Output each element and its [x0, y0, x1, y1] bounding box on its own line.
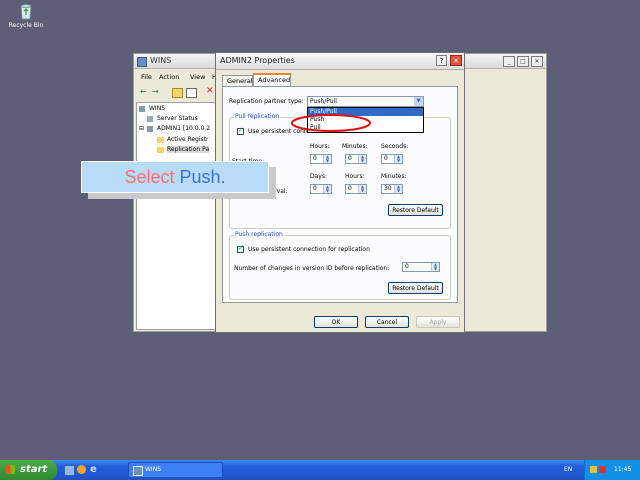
back-arrow-icon[interactable]: ← — [140, 87, 147, 96]
interval-hours-stepper[interactable]: 0 ▲ ▼ — [345, 184, 367, 194]
push-persistent-checkbox[interactable] — [237, 244, 244, 253]
status-icon — [147, 116, 153, 122]
interval-hours-label: Hours: — [345, 173, 365, 180]
wins-toolbar: ← → ✕ — [138, 86, 218, 99]
pull-replication-title: Pull replication — [234, 113, 281, 120]
chevron-down-icon[interactable]: ▼ — [414, 97, 423, 106]
server-icon — [147, 126, 153, 132]
cancel-button[interactable]: Cancel — [365, 316, 409, 328]
stepper-value: 0 — [348, 185, 352, 192]
console-tree-icon[interactable] — [186, 88, 197, 98]
stepper-arrows-icon[interactable]: ▲ ▼ — [358, 185, 366, 193]
close-icon[interactable]: ✕ — [531, 56, 543, 67]
stepper-arrows-icon[interactable]: ▲ ▼ — [394, 155, 402, 163]
start-button[interactable]: start — [0, 460, 57, 480]
stepper-value: 30 — [384, 185, 392, 192]
partner-type-select[interactable]: Push/Pull ▼ — [307, 96, 424, 107]
interval-minutes-label: Minutes: — [381, 173, 407, 180]
quick-launch: e — [62, 463, 112, 477]
stepper-value: 0 — [384, 155, 388, 162]
partner-type-value: Push/Pull — [310, 98, 337, 105]
tab-general[interactable]: General — [222, 75, 253, 86]
apply-button: Apply — [416, 316, 460, 328]
tray-security-icon[interactable] — [599, 466, 606, 473]
stepper-arrows-icon[interactable]: ▲ ▼ — [358, 155, 366, 163]
tree-label: WINS — [149, 105, 165, 112]
clock[interactable]: 11:45 — [614, 460, 631, 480]
dialog-titlebar[interactable]: ADMIN2 Properties ? ✕ — [216, 53, 464, 70]
interval-minutes-stepper[interactable]: 30 ▲ ▼ — [381, 184, 403, 194]
pull-restore-default-button[interactable]: Restore Default — [388, 204, 443, 216]
start-label: start — [20, 464, 48, 475]
stepper-value: 0 — [313, 185, 317, 192]
tree-label: Server Status — [157, 115, 198, 122]
server-icon — [139, 106, 145, 112]
menu-view[interactable]: View — [190, 73, 205, 81]
push-restore-default-button[interactable]: Restore Default — [388, 282, 443, 294]
pull-persistent-checkbox[interactable] — [237, 126, 244, 135]
stepper-value: 0 — [348, 155, 352, 162]
wins-window-title: WINS — [150, 56, 172, 65]
tab-advanced[interactable]: Advanced — [253, 73, 291, 87]
language-indicator[interactable]: EN — [564, 460, 572, 480]
stepper-arrows-icon[interactable]: ▲ ▼ — [323, 155, 331, 163]
wins-app-icon — [137, 57, 147, 67]
stepper-value: 0 — [313, 155, 317, 162]
menu-action[interactable]: Action — [159, 73, 179, 81]
help-button[interactable]: ? — [436, 55, 447, 66]
minimize-icon[interactable]: _ — [503, 56, 515, 67]
hours-label: Hours: — [310, 143, 330, 150]
close-button[interactable]: ✕ — [450, 55, 462, 66]
folder-icon — [157, 137, 164, 143]
recycle-bin-label: Recycle Bin — [8, 22, 44, 29]
ok-button[interactable]: OK — [314, 316, 358, 328]
windows-flag-icon — [6, 465, 15, 474]
delete-icon[interactable]: ✕ — [206, 86, 214, 96]
stepper-value: 0 — [405, 263, 409, 270]
callout-text-highlight: Push. — [179, 167, 226, 187]
taskbar-task-wins[interactable]: WINS — [128, 462, 223, 478]
system-tray: 11:45 — [584, 460, 640, 480]
stepper-arrows-icon[interactable]: ▲ ▼ — [431, 263, 439, 271]
push-replication-group: Push replication Use persistent connecti… — [229, 231, 451, 300]
version-changes-stepper[interactable]: 0 ▲ ▼ — [402, 262, 440, 272]
stepper-arrows-icon[interactable]: ▲ ▼ — [323, 185, 331, 193]
show-desktop-icon[interactable] — [64, 465, 75, 476]
menu-file[interactable]: File — [141, 73, 152, 81]
partner-type-label: Replication partner type: — [229, 98, 304, 105]
tray-network-icon[interactable] — [590, 466, 597, 473]
recycle-bin-shortcut[interactable]: Recycle Bin — [6, 2, 46, 29]
highlight-ellipse — [291, 114, 371, 132]
tree-label: ADMIN1 [10.0.0.2 — [157, 125, 211, 132]
days-label: Days: — [310, 173, 327, 180]
callout-text-pre: Select — [124, 167, 180, 187]
media-player-icon[interactable] — [77, 465, 86, 474]
seconds-label: Seconds: — [381, 143, 409, 150]
up-folder-icon[interactable] — [172, 88, 183, 98]
task-label: WINS — [145, 466, 161, 473]
start-minutes-stepper[interactable]: 0 ▲ ▼ — [345, 154, 367, 164]
dialog-title: ADMIN2 Properties — [220, 56, 295, 65]
push-persistent-label: Use persistent connection for replicatio… — [248, 246, 370, 253]
tree-label: Active Registr — [167, 136, 209, 143]
maximize-icon[interactable]: □ — [517, 56, 529, 67]
internet-explorer-icon[interactable]: e — [90, 464, 97, 475]
wins-task-icon — [133, 466, 143, 476]
recycle-bin-icon — [18, 2, 34, 20]
interval-days-stepper[interactable]: 0 ▲ ▼ — [310, 184, 332, 194]
start-hours-stepper[interactable]: 0 ▲ ▼ — [310, 154, 332, 164]
wins-tree-pane: WINS Server Status ⊟ ADMIN1 [10.0.0.2 Ac… — [136, 102, 216, 330]
wins-menubar: File Action View H — [138, 73, 218, 83]
minutes-label: Minutes: — [342, 143, 368, 150]
forward-arrow-icon[interactable]: → — [152, 87, 159, 96]
callout-box: Select Push. — [81, 161, 269, 193]
version-changes-label: Number of changes in version ID before r… — [234, 265, 390, 272]
start-seconds-stepper[interactable]: 0 ▲ ▼ — [381, 154, 403, 164]
collapse-icon[interactable]: ⊟ — [139, 125, 144, 132]
folder-icon — [157, 147, 164, 153]
push-replication-title: Push replication — [234, 231, 284, 238]
stepper-arrows-icon[interactable]: ▲ ▼ — [394, 185, 402, 193]
tree-label: Replication Pa — [167, 146, 210, 153]
